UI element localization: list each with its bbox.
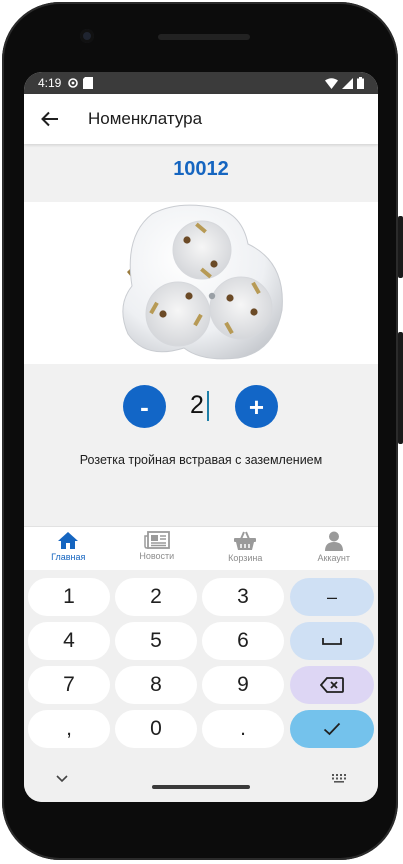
key-5[interactable]: 5 — [115, 622, 197, 660]
key-period[interactable]: . — [202, 710, 284, 748]
key-7[interactable]: 7 — [28, 666, 110, 704]
basket-icon — [234, 531, 257, 550]
keyboard-bottom-bar — [24, 763, 378, 802]
wifi-icon — [325, 77, 338, 89]
product-image — [24, 202, 378, 364]
hide-keyboard-icon[interactable] — [56, 775, 68, 783]
key-8[interactable]: 8 — [115, 666, 197, 704]
arrow-left-icon — [41, 111, 58, 127]
backspace-key[interactable] — [290, 666, 374, 704]
decrement-button[interactable]: - — [123, 385, 166, 428]
checkmark-icon — [323, 722, 341, 736]
product-description: Розетка тройная встравая с заземлением — [79, 453, 323, 467]
key-comma[interactable]: , — [28, 710, 110, 748]
home-icon — [58, 532, 79, 549]
quantity-input[interactable]: 2 — [190, 391, 204, 420]
volume-button — [398, 332, 403, 444]
power-button — [398, 216, 403, 278]
nav-label-news: Новости — [139, 551, 175, 561]
key-2[interactable]: 2 — [115, 578, 197, 616]
screen: 4:19 Номенклатура 10012 - 2 + Розетка тр… — [24, 72, 378, 802]
battery-icon — [357, 77, 364, 89]
page-title: Номенклатура — [88, 109, 203, 128]
keyboard-switch-icon[interactable] — [331, 773, 347, 783]
key-0[interactable]: 0 — [115, 710, 197, 748]
nav-item-cart[interactable]: Корзина — [201, 527, 290, 570]
space-key[interactable] — [290, 622, 374, 660]
signal-icon — [342, 77, 353, 89]
key-6[interactable]: 6 — [202, 622, 284, 660]
key-3[interactable]: 3 — [202, 578, 284, 616]
phone-frame: 4:19 Номенклатура 10012 - 2 + Розетка тр… — [2, 2, 403, 860]
nav-label-account: Аккаунт — [317, 553, 351, 563]
nav-label-home: Главная — [51, 552, 86, 562]
gesture-home-bar[interactable] — [152, 785, 250, 789]
key-4[interactable]: 4 — [28, 622, 110, 660]
newspaper-icon — [144, 531, 170, 549]
increment-button[interactable]: + — [235, 385, 278, 428]
settings-notification-icon — [68, 78, 79, 88]
back-button[interactable] — [38, 107, 62, 131]
key-minus[interactable]: – — [290, 578, 374, 616]
sd-card-icon — [83, 77, 94, 89]
quantity-stepper: - 2 + — [24, 385, 378, 429]
numeric-keyboard: 1 2 3 – 4 5 6 7 8 9 , 0 . — [24, 570, 378, 802]
space-icon — [322, 638, 342, 645]
nav-item-news[interactable]: Новости — [113, 527, 202, 570]
nav-item-home[interactable]: Главная — [24, 527, 113, 570]
person-icon — [324, 531, 343, 551]
status-bar: 4:19 — [24, 72, 378, 94]
backspace-icon — [320, 677, 344, 693]
text-cursor — [207, 391, 209, 421]
bottom-navigation: Главная Новости Корзина Аккаунт — [24, 526, 378, 570]
nav-item-account[interactable]: Аккаунт — [290, 527, 379, 570]
product-code: 10012 — [173, 158, 229, 180]
nav-label-cart: Корзина — [228, 553, 263, 563]
status-time: 4:19 — [38, 76, 62, 90]
enter-key[interactable] — [290, 710, 374, 748]
front-camera — [80, 29, 94, 43]
key-9[interactable]: 9 — [202, 666, 284, 704]
key-1[interactable]: 1 — [28, 578, 110, 616]
app-bar: Номенклатура — [24, 94, 378, 144]
earpiece-speaker — [158, 34, 250, 40]
